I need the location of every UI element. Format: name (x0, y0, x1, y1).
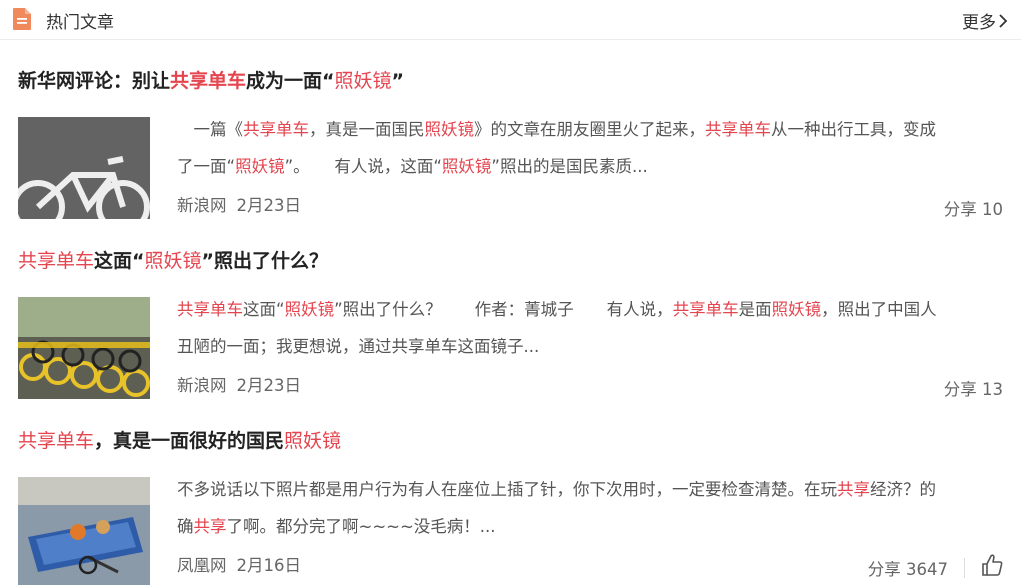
share-count: 10 (982, 200, 1003, 219)
article-item[interactable]: 共享单车这面“照妖镜”照出了什么？ 共享单车这面“照妖镜”照出了什么？ 作者：菁… (0, 246, 1021, 399)
publish-date: 2月23日 (236, 376, 302, 395)
bikes-image (18, 297, 150, 399)
source-name: 新浪网 (177, 376, 227, 395)
article-title[interactable]: 共享单车，真是一面很好的国民照妖镜 (18, 426, 341, 453)
share-count: 13 (982, 380, 1003, 399)
excerpt-text: ”。 有人说，这面“ (284, 157, 442, 176)
excerpt-text: 了啊。都分完了啊~~~~没毛病！... (226, 517, 496, 536)
document-icon (13, 8, 31, 30)
title-highlight: 共享单车 (170, 70, 247, 92)
article-source: 新浪网 2月23日 (177, 192, 311, 216)
excerpt-text: 这面“ (243, 300, 285, 319)
share-label: 分享 (943, 200, 977, 219)
excerpt-highlight: 照妖镜 (441, 157, 492, 176)
share-button[interactable]: 分享 13 (944, 376, 1003, 400)
title-text: ，真是一面很好的国民 (94, 430, 285, 452)
excerpt-line: 一篇《共享单车，真是一面国民照妖镜》的文章在朋友圈里火了起来，共享单车从一种出行… (177, 111, 1007, 148)
section-title: 热门文章 (46, 13, 114, 33)
section-header: 热门文章 更多 (0, 0, 1021, 40)
excerpt-highlight: 照妖镜 (771, 300, 822, 319)
excerpt-highlight: 共享单车 (705, 120, 771, 139)
article-excerpt: 一篇《共享单车，真是一面国民照妖镜》的文章在朋友圈里火了起来，共享单车从一种出行… (177, 111, 1007, 185)
publish-date: 2月23日 (236, 196, 302, 215)
title-text: 这面“ (94, 250, 145, 272)
article-item[interactable]: 共享单车，真是一面很好的国民照妖镜 不多说话以下照片都是用户行为有人在座位上插了… (0, 426, 1021, 585)
excerpt-text: 从一种出行工具，变成 (771, 120, 936, 139)
excerpt-text: ，照出了中国人 (821, 300, 937, 319)
excerpt-line: 确共享了啊。都分完了啊~~~~没毛病！... (177, 508, 1007, 545)
excerpt-text: 了一面“ (177, 157, 236, 176)
excerpt-text: 是面 (738, 300, 772, 319)
excerpt-highlight: 共享单车 (672, 300, 739, 319)
bike-lane-image (18, 117, 150, 219)
article-source: 新浪网 2月23日 (177, 372, 311, 396)
title-highlight: 共享单车 (18, 250, 95, 272)
excerpt-line: 丑陋的一面；我更想说，通过共享单车这面镜子... (177, 328, 1007, 365)
excerpt-text: 经济？的 (870, 480, 936, 499)
excerpt-text: 一篇《 (177, 120, 244, 139)
share-button[interactable]: 分享 10 (944, 196, 1003, 220)
article-thumbnail[interactable] (18, 477, 150, 585)
share-label: 分享 (943, 380, 977, 399)
excerpt-line: 不多说话以下照片都是用户行为有人在座位上插了针，你下次用时，一定要检查清楚。在玩… (177, 471, 1007, 508)
title-highlight: 照妖镜 (284, 430, 342, 452)
article-source: 凤凰网 2月16日 (177, 552, 311, 576)
article-thumbnail[interactable] (18, 117, 150, 219)
article-excerpt: 共享单车这面“照妖镜”照出了什么？ 作者：菁城子 有人说，共享单车是面照妖镜，照… (177, 291, 1007, 365)
title-highlight: 共享单车 (18, 430, 95, 452)
excerpt-text: ，真是一面国民 (309, 120, 425, 139)
article-title[interactable]: 共享单车这面“照妖镜”照出了什么？ (18, 246, 328, 273)
excerpt-highlight: 共享单车 (177, 300, 243, 319)
title-text: 新华网评论：别让 (18, 70, 171, 92)
excerpt-highlight: 照妖镜 (284, 300, 335, 319)
excerpt-text: ”照出的是国民素质... (491, 157, 648, 176)
share-button[interactable]: 分享 3647 (868, 556, 948, 580)
article-title[interactable]: 新华网评论：别让共享单车成为一面“照妖镜” (18, 66, 404, 93)
divider (964, 558, 965, 578)
excerpt-highlight: 共享 (837, 480, 870, 499)
title-highlight: 照妖镜 (144, 250, 202, 272)
publish-date: 2月16日 (236, 556, 302, 575)
title-text: 成为一面“ (246, 70, 335, 92)
title-text: ” (391, 70, 405, 92)
boat-image (18, 477, 150, 585)
excerpt-text: 确 (177, 517, 194, 536)
excerpt-line: 了一面“照妖镜”。 有人说，这面“照妖镜”照出的是国民素质... (177, 148, 1007, 185)
excerpt-line: 共享单车这面“照妖镜”照出了什么？ 作者：菁城子 有人说，共享单车是面照妖镜，照… (177, 291, 1007, 328)
more-link[interactable]: 更多 (962, 8, 1008, 33)
share-count: 3647 (906, 560, 948, 579)
excerpt-highlight: 共享单车 (243, 120, 309, 139)
excerpt-highlight: 共享 (193, 517, 227, 536)
excerpt-highlight: 照妖镜 (235, 157, 285, 176)
title-highlight: 照妖镜 (334, 70, 392, 92)
chevron-right-icon (999, 14, 1008, 28)
excerpt-text: ”照出了什么？ 作者：菁城子 有人说， (334, 300, 673, 319)
more-label: 更多 (962, 13, 996, 33)
article-thumbnail[interactable] (18, 297, 150, 399)
title-text: ”照出了什么？ (201, 250, 329, 272)
source-name: 新浪网 (177, 196, 227, 215)
share-label: 分享 (867, 560, 901, 579)
excerpt-text: 》的文章在朋友圈里火了起来， (474, 120, 705, 139)
excerpt-highlight: 照妖镜 (424, 120, 475, 139)
article-item[interactable]: 新华网评论：别让共享单车成为一面“照妖镜” 一篇《共享单车，真是一面国民照妖镜》… (0, 66, 1021, 219)
excerpt-text: 不多说话以下照片都是用户行为有人在座位上插了针，你下次用时，一定要检查清楚。在玩 (177, 480, 837, 499)
source-name: 凤凰网 (177, 556, 227, 575)
excerpt-text: 丑陋的一面；我更想说，通过共享单车这面镜子... (177, 337, 540, 356)
article-excerpt: 不多说话以下照片都是用户行为有人在座位上插了针，你下次用时，一定要检查清楚。在玩… (177, 471, 1007, 545)
thumbs-up-icon[interactable] (981, 553, 1003, 577)
